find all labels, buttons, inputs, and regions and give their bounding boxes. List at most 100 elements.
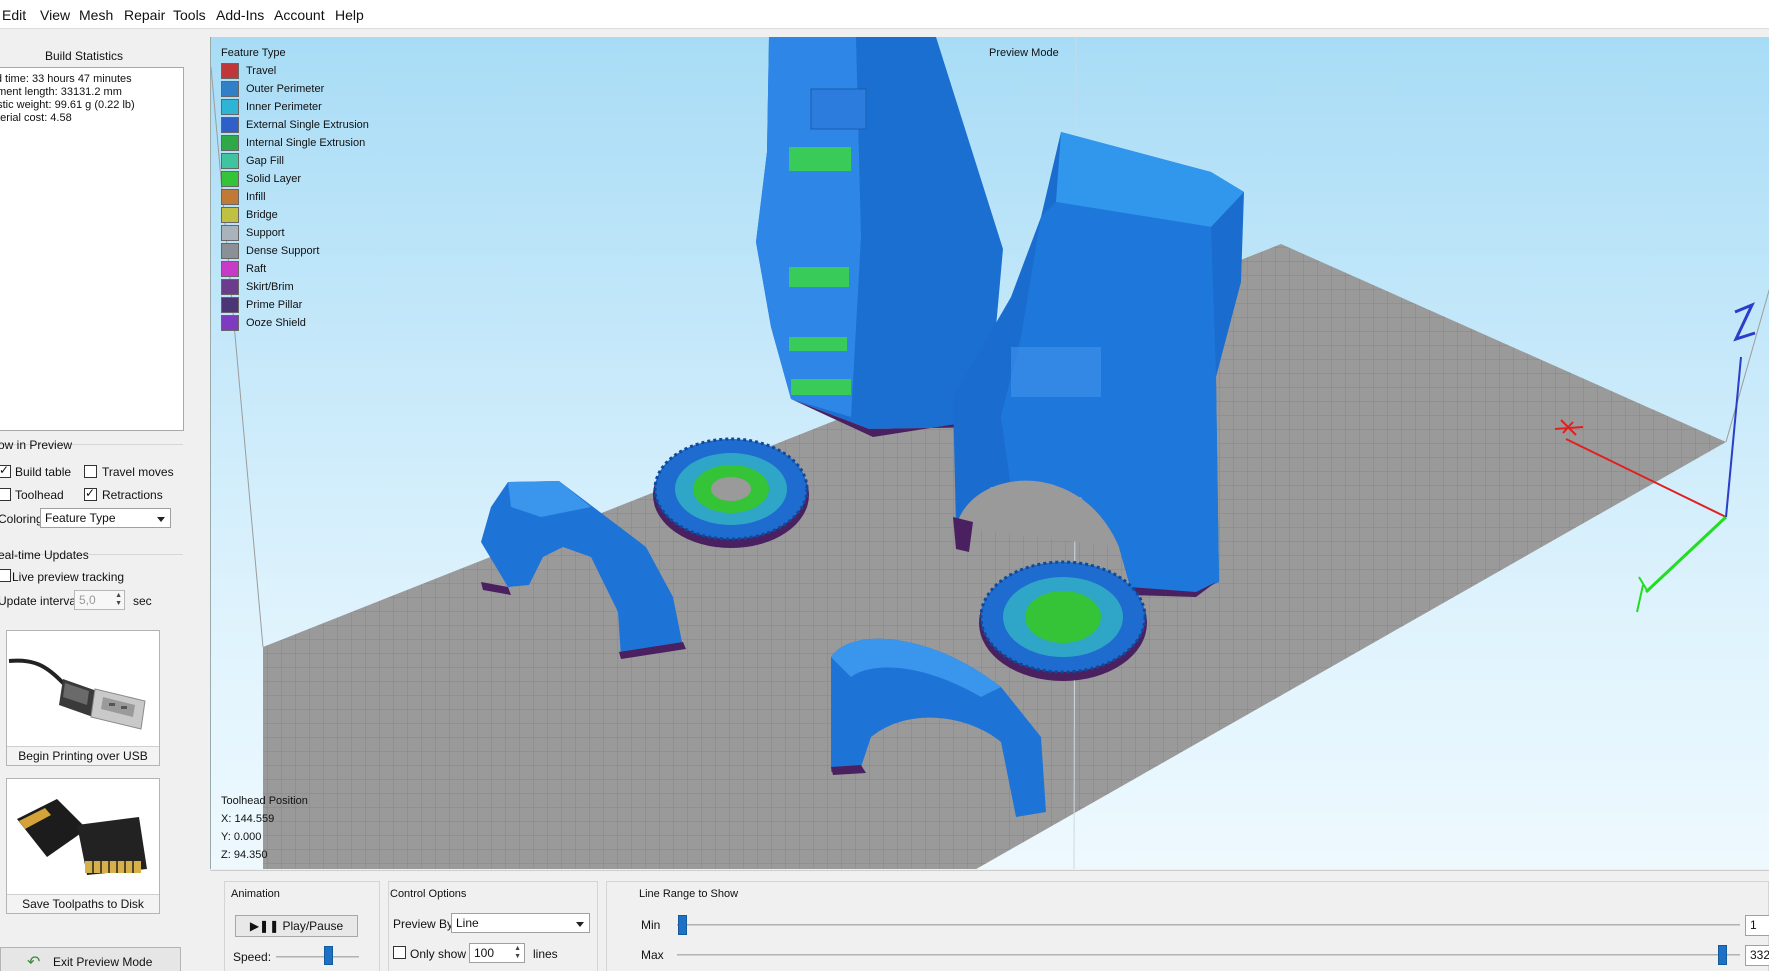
- legend-item: Internal Single Extrusion: [221, 134, 365, 152]
- max-line-value: 3329: [1750, 948, 1769, 962]
- only-show-value: 100: [474, 946, 495, 960]
- menu-mesh[interactable]: Mesh: [79, 7, 113, 23]
- legend-label: Ooze Shield: [246, 317, 306, 329]
- preview-viewport[interactable]: Feature Type Travel Outer Perimeter Inner …: [210, 37, 1769, 869]
- line-range-title: Line Range to Show: [639, 888, 739, 900]
- max-slider-thumb[interactable]: [1718, 945, 1727, 965]
- menu-tools[interactable]: Tools: [173, 7, 206, 23]
- begin-usb-printing-label: Begin Printing over USB: [7, 746, 159, 765]
- menu-help[interactable]: Help: [335, 7, 364, 23]
- coloring-select[interactable]: Feature Type: [40, 508, 171, 528]
- feature-type-legend: Feature Type Travel Outer Perimeter Inner …: [221, 47, 369, 332]
- speed-slider-thumb[interactable]: [324, 946, 333, 965]
- exit-preview-button[interactable]: ↶ Exit Preview Mode: [0, 947, 181, 971]
- begin-usb-printing-button[interactable]: Begin Printing over USB: [6, 630, 160, 766]
- max-slider-track[interactable]: [677, 954, 1740, 956]
- build-statistics-title: Build Statistics: [44, 49, 124, 63]
- menu-view[interactable]: View: [40, 7, 70, 23]
- stat-filament-length: ament length: 33131.2 mm: [0, 86, 122, 98]
- toolhead-y: Y: 0.000: [221, 831, 262, 843]
- scene-3d: [211, 37, 1769, 869]
- sd-card-icon: [7, 779, 159, 894]
- preview-by-value: Line: [456, 916, 479, 930]
- play-pause-button[interactable]: ▶❚❚ Play/Pause: [235, 915, 358, 937]
- left-panel: Build Statistics ild time: 33 hours 47 m…: [0, 29, 208, 971]
- legend-item: External Single Extrusion: [221, 116, 369, 134]
- min-line-input[interactable]: 1: [1745, 915, 1769, 936]
- play-pause-icon: ▶❚❚: [249, 919, 283, 933]
- legend-item: Ooze Shield: [221, 314, 306, 332]
- live-preview-checkbox[interactable]: [0, 569, 11, 582]
- legend-swatch: [221, 225, 239, 241]
- toolhead-x: X: 144.559: [221, 813, 275, 825]
- legend-item: Infill: [221, 188, 286, 206]
- spin-arrows-icon: ▲ ▼: [514, 945, 521, 960]
- update-interval-unit: sec: [133, 594, 152, 608]
- retractions-label: Retractions: [102, 488, 163, 502]
- legend-label: Solid Layer: [246, 173, 302, 185]
- lines-label: lines: [533, 947, 558, 961]
- min-slider-thumb[interactable]: [678, 915, 687, 935]
- legend-label: Infill: [246, 191, 266, 203]
- build-volume-edge: [1725, 288, 1769, 443]
- min-slider-track[interactable]: [677, 924, 1740, 926]
- legend-swatch: [221, 117, 239, 133]
- save-toolpaths-button[interactable]: Save Toolpaths to Disk: [6, 778, 160, 914]
- preview-by-label: Preview By: [393, 917, 454, 931]
- model-gear-left: [653, 437, 809, 548]
- max-line-input[interactable]: 3329: [1745, 945, 1769, 966]
- legend-swatch: [221, 153, 239, 169]
- menu-repair[interactable]: Repair: [124, 7, 165, 23]
- update-interval-label: Update interval: [0, 594, 79, 608]
- chevron-down-icon: [157, 517, 165, 522]
- legend-label: Skirt/Brim: [246, 281, 294, 293]
- legend-swatch: [221, 99, 239, 115]
- save-toolpaths-label: Save Toolpaths to Disk: [7, 894, 159, 913]
- legend-swatch: [221, 261, 239, 277]
- toolhead-position: Toolhead Position X: 144.559 Y: 0.000 Z:…: [221, 792, 308, 864]
- legend-item: Prime Pillar: [221, 296, 302, 314]
- z-axis: [1725, 356, 1742, 518]
- min-label: Min: [641, 918, 661, 932]
- y-axis: [1644, 515, 1728, 594]
- menu-account[interactable]: Account: [274, 7, 325, 23]
- travel-moves-label: Travel moves: [102, 465, 174, 479]
- build-table-label: Build table: [15, 465, 72, 479]
- legend-item: Support: [221, 224, 286, 242]
- legend-item: Gap Fill: [221, 152, 286, 170]
- retractions-checkbox[interactable]: [84, 486, 97, 501]
- spin-arrows-icon: ▲ ▼: [115, 592, 122, 607]
- stat-material-cost: aterial cost: 4.58: [0, 112, 72, 124]
- toolhead-position-title: Toolhead Position: [221, 795, 308, 807]
- animation-title: Animation: [231, 888, 280, 900]
- build-table-checkbox[interactable]: [0, 463, 11, 478]
- chevron-down-icon: [576, 922, 584, 927]
- show-in-preview-label: ow in Preview: [0, 438, 73, 452]
- speed-label: Speed:: [233, 950, 272, 964]
- legend-label: Travel: [246, 65, 277, 77]
- preview-by-select[interactable]: Line: [451, 913, 590, 933]
- play-pause-label: Play/Pause: [282, 919, 344, 933]
- only-show-checkbox[interactable]: [393, 946, 406, 959]
- legend-swatch: [221, 135, 239, 151]
- travel-moves-checkbox[interactable]: [84, 465, 97, 478]
- legend-label: Inner Perimeter: [246, 101, 322, 113]
- menu-addins[interactable]: Add-Ins: [216, 7, 264, 23]
- live-preview-label: Live preview tracking: [12, 570, 125, 584]
- legend-label: Raft: [246, 263, 267, 275]
- legend-swatch: [221, 297, 239, 313]
- menu-edit[interactable]: Edit: [2, 7, 26, 23]
- undo-arrow-icon: ↶: [27, 954, 41, 971]
- only-show-lines-input[interactable]: 100 ▲ ▼: [469, 943, 525, 963]
- legend-title: Feature Type: [221, 47, 286, 59]
- speed-slider-track[interactable]: [276, 956, 359, 958]
- legend-item: Raft: [221, 260, 286, 278]
- line-range-group: [606, 881, 1769, 971]
- preview-mode-label: Preview Mode: [989, 47, 1059, 59]
- stat-build-time: ild time: 33 hours 47 minutes: [0, 73, 132, 85]
- legend-label: External Single Extrusion: [246, 119, 369, 131]
- legend-swatch: [221, 243, 239, 259]
- legend-swatch: [221, 171, 239, 187]
- update-interval-spinbox[interactable]: 5,0 ▲ ▼: [74, 590, 125, 610]
- toolhead-checkbox[interactable]: [0, 488, 11, 501]
